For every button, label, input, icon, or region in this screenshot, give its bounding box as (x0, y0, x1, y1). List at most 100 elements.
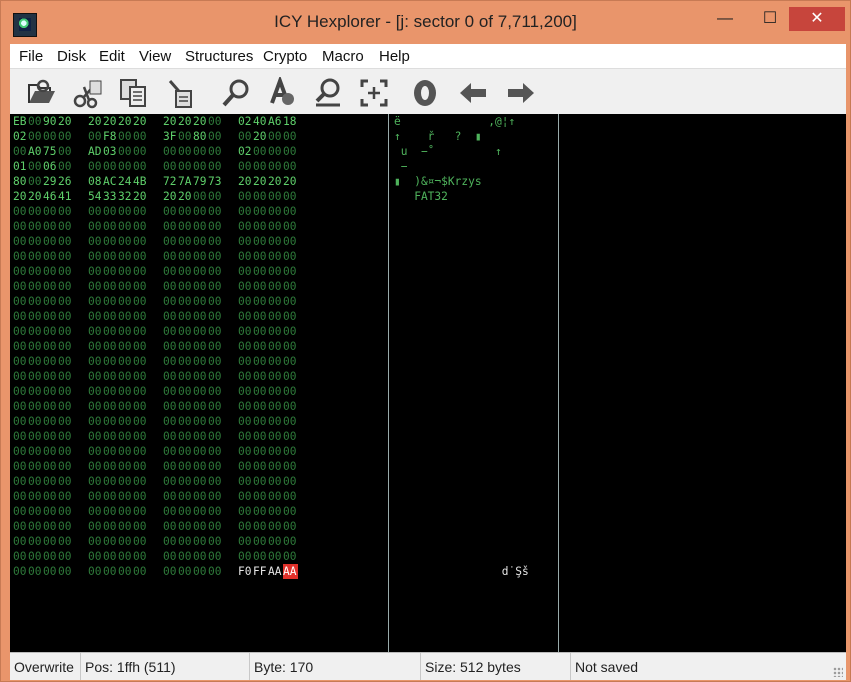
hex-byte[interactable]: 00 (58, 144, 73, 159)
hex-byte[interactable]: 00 (58, 294, 73, 309)
hex-byte[interactable]: 00 (103, 354, 118, 369)
hex-byte[interactable]: 00 (13, 474, 28, 489)
hex-byte[interactable]: 00 (238, 444, 253, 459)
hex-byte[interactable]: 00 (133, 144, 148, 159)
hex-byte[interactable]: 00 (58, 249, 73, 264)
hex-byte[interactable]: 00 (43, 339, 58, 354)
hex-byte[interactable]: 00 (13, 549, 28, 564)
hex-byte[interactable]: 20 (163, 189, 178, 204)
hex-byte[interactable]: 00 (163, 159, 178, 174)
hex-byte[interactable]: 00 (118, 399, 133, 414)
hex-byte[interactable]: 00 (268, 264, 283, 279)
hex-byte[interactable]: 00 (13, 519, 28, 534)
hex-row[interactable]: 00 00 00 00 00 00 00 00 00 00 00 00 00 00 00 00 (13, 504, 298, 519)
ascii-row[interactable]: ▮ )&¤¬$Krzys (394, 174, 482, 189)
hex-byte[interactable]: 00 (163, 474, 178, 489)
hex-byte[interactable]: 00 (43, 414, 58, 429)
hex-byte[interactable]: 00 (103, 279, 118, 294)
hex-byte[interactable]: 00 (268, 399, 283, 414)
hex-row[interactable]: 00 00 00 00 00 00 00 00 00 00 00 00 00 00 00 00 (13, 354, 298, 369)
hex-byte[interactable]: 00 (253, 159, 268, 174)
hex-byte[interactable]: 20 (13, 189, 28, 204)
hex-byte[interactable]: 00 (133, 324, 148, 339)
hex-row[interactable]: 80 00 29 26 08 AC 24 4B 72 7A 79 73 20 20 20 20 (13, 174, 298, 189)
hex-byte[interactable]: 00 (163, 399, 178, 414)
hex-byte[interactable]: 00 (193, 249, 208, 264)
hex-byte[interactable]: 00 (43, 279, 58, 294)
hex-byte[interactable]: 00 (103, 309, 118, 324)
hex-byte[interactable]: 00 (253, 414, 268, 429)
hex-byte[interactable]: 00 (253, 399, 268, 414)
hex-byte[interactable]: 00 (193, 234, 208, 249)
hex-byte[interactable]: 80 (193, 129, 208, 144)
hex-byte[interactable]: 00 (28, 339, 43, 354)
hex-byte[interactable]: 00 (208, 264, 223, 279)
hex-byte[interactable]: 00 (103, 564, 118, 579)
hex-byte[interactable]: 00 (58, 339, 73, 354)
hex-byte[interactable]: 00 (43, 324, 58, 339)
hex-byte[interactable]: 00 (208, 519, 223, 534)
hex-byte[interactable]: 00 (28, 354, 43, 369)
hex-row[interactable]: 00 00 00 00 00 00 00 00 00 00 00 00 00 00 00 00 (13, 339, 298, 354)
hex-byte[interactable]: 00 (28, 294, 43, 309)
hex-row[interactable]: 00 00 00 00 00 00 00 00 00 00 00 00 00 00 00 00 (13, 234, 298, 249)
hex-byte[interactable]: 00 (193, 504, 208, 519)
hex-byte[interactable]: 00 (193, 489, 208, 504)
hex-byte[interactable]: 00 (268, 504, 283, 519)
hex-byte[interactable]: 00 (13, 444, 28, 459)
hex-byte[interactable]: 00 (178, 504, 193, 519)
hex-byte[interactable]: 00 (58, 549, 73, 564)
hex-byte[interactable]: 00 (133, 294, 148, 309)
hex-byte[interactable]: 00 (163, 219, 178, 234)
hex-byte[interactable]: 00 (43, 519, 58, 534)
hex-byte[interactable]: 00 (163, 429, 178, 444)
hex-byte[interactable]: 00 (268, 249, 283, 264)
hex-byte[interactable]: 00 (88, 279, 103, 294)
hex-byte[interactable]: 00 (208, 399, 223, 414)
hex-byte[interactable]: 00 (43, 384, 58, 399)
hex-byte[interactable]: 00 (58, 309, 73, 324)
hex-byte[interactable]: 00 (88, 339, 103, 354)
hex-byte[interactable]: 00 (28, 204, 43, 219)
ascii-row[interactable]: ë ,@¦↑ (394, 114, 515, 129)
hex-byte[interactable]: 32 (118, 189, 133, 204)
hex-byte[interactable]: 00 (253, 444, 268, 459)
hex-byte[interactable]: 00 (103, 219, 118, 234)
hex-byte[interactable]: 00 (238, 249, 253, 264)
hex-byte[interactable]: 00 (178, 519, 193, 534)
hex-byte[interactable]: 00 (133, 549, 148, 564)
hex-byte[interactable]: 20 (193, 114, 208, 129)
hex-byte[interactable]: 00 (118, 264, 133, 279)
hex-byte[interactable]: 00 (163, 459, 178, 474)
hex-byte[interactable]: 00 (88, 459, 103, 474)
hex-byte[interactable]: 00 (208, 504, 223, 519)
hex-byte[interactable]: 00 (58, 489, 73, 504)
hex-byte[interactable]: 00 (283, 339, 298, 354)
hex-byte[interactable]: 00 (103, 429, 118, 444)
hex-byte[interactable]: 00 (193, 444, 208, 459)
hex-byte[interactable]: 00 (58, 354, 73, 369)
hex-byte[interactable]: 00 (178, 444, 193, 459)
hex-byte[interactable]: F8 (103, 129, 118, 144)
hex-byte[interactable]: 00 (133, 414, 148, 429)
hex-byte[interactable]: 00 (13, 384, 28, 399)
hex-byte[interactable]: 00 (43, 264, 58, 279)
hex-byte[interactable]: 00 (178, 339, 193, 354)
hex-byte[interactable]: 00 (283, 129, 298, 144)
ascii-row[interactable]: ↑ ř ? ▮ (394, 129, 482, 144)
hex-byte[interactable]: 00 (88, 444, 103, 459)
hex-byte[interactable]: 00 (178, 219, 193, 234)
hex-byte[interactable]: 00 (283, 279, 298, 294)
hex-byte[interactable]: 00 (58, 264, 73, 279)
hex-byte[interactable]: 00 (253, 339, 268, 354)
hex-byte[interactable]: 00 (28, 564, 43, 579)
hex-byte[interactable]: 00 (238, 294, 253, 309)
hex-byte[interactable]: 00 (163, 534, 178, 549)
hex-byte[interactable]: 00 (283, 324, 298, 339)
hex-byte[interactable]: 00 (118, 219, 133, 234)
hex-byte[interactable]: 00 (43, 369, 58, 384)
hex-byte[interactable]: 00 (103, 369, 118, 384)
hex-byte[interactable]: 33 (103, 189, 118, 204)
hex-byte[interactable]: FF (253, 564, 268, 579)
find-replace-icon[interactable] (264, 75, 300, 111)
